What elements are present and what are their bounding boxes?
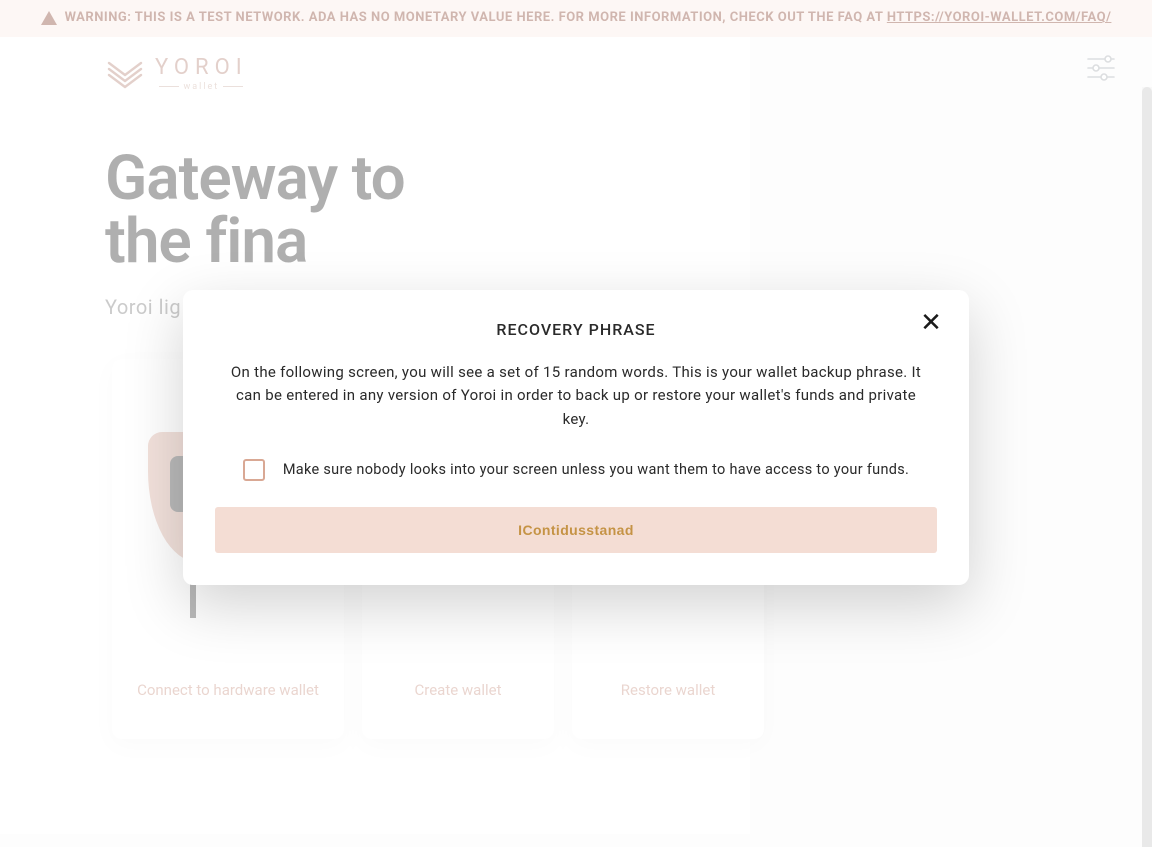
privacy-acknowledge-row: Make sure nobody looks into your screen … — [215, 459, 937, 481]
close-icon[interactable]: ✕ — [919, 312, 943, 336]
modal-title: RECOVERY PHRASE — [215, 320, 937, 339]
recovery-phrase-modal: ✕ RECOVERY PHRASE On the following scree… — [183, 290, 969, 585]
privacy-acknowledge-label: Make sure nobody looks into your screen … — [283, 461, 909, 478]
modal-body-text: On the following screen, you will see a … — [215, 361, 937, 431]
continue-button[interactable]: IContidusstanad — [215, 507, 937, 553]
privacy-acknowledge-checkbox[interactable] — [243, 459, 265, 481]
continue-button-label: IContidusstanad — [518, 522, 634, 538]
